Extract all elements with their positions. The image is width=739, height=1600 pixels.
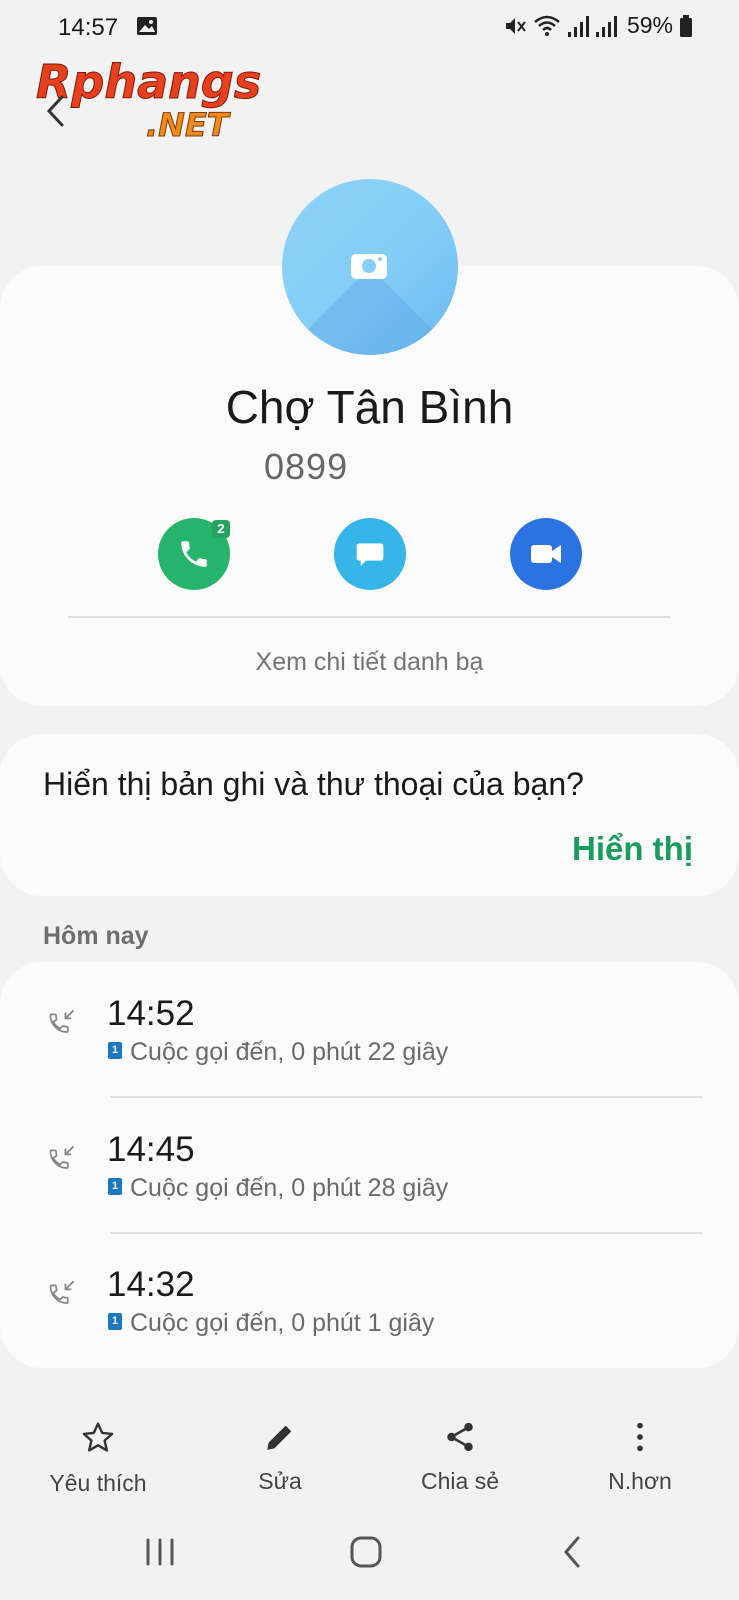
sim-count-badge: 2 xyxy=(212,520,230,538)
show-records-button[interactable]: Hiển thị xyxy=(572,830,693,868)
call-log-entry[interactable]: 14:52 1 Cuộc gọi đến, 0 phút 22 giây xyxy=(0,962,739,1097)
home-icon[interactable] xyxy=(344,1532,388,1572)
voicemail-prompt-text: Hiển thị bản ghi và thư thoại của bạn? xyxy=(43,766,584,802)
contact-name: Chợ Tân Bình xyxy=(225,381,514,433)
star-icon xyxy=(82,1422,114,1452)
status-time: 14:57 xyxy=(58,14,119,41)
call-time: 14:52 xyxy=(107,994,195,1033)
incoming-call-icon xyxy=(49,1280,75,1304)
battery-level: 59% xyxy=(626,12,673,38)
message-button[interactable] xyxy=(334,518,406,590)
sim-1-icon: 1 xyxy=(108,1178,122,1195)
share-icon xyxy=(447,1422,473,1452)
gallery-icon xyxy=(137,17,157,35)
svg-text:.NET: .NET xyxy=(146,106,231,142)
call-description: Cuộc gọi đến, 0 phút 22 giây xyxy=(130,1038,449,1066)
signal-icon xyxy=(595,15,617,37)
more-button[interactable]: N.hơn xyxy=(560,1420,720,1495)
back-nav-icon[interactable] xyxy=(552,1532,596,1572)
status-icons: 59% xyxy=(503,12,693,39)
sim-1-icon: 1 xyxy=(108,1042,122,1059)
call-time: 14:45 xyxy=(107,1130,195,1169)
recent-apps-icon[interactable] xyxy=(138,1532,182,1572)
voicemail-prompt-card xyxy=(0,734,739,896)
call-log-card: 14:52 1 Cuộc gọi đến, 0 phút 22 giây 14:… xyxy=(0,962,739,1368)
phone-icon xyxy=(181,541,207,567)
signal-icon xyxy=(567,15,589,37)
favorite-label: Yêu thích xyxy=(49,1470,147,1496)
video-camera-icon xyxy=(531,545,561,563)
incoming-call-icon xyxy=(49,1145,75,1169)
incoming-call-icon xyxy=(49,1009,75,1033)
back-arrow-icon[interactable] xyxy=(44,94,68,128)
watermark-logo: Rphangs .NET xyxy=(36,55,262,143)
call-description: Cuộc gọi đến, 0 phút 1 giây xyxy=(130,1309,435,1337)
pencil-icon xyxy=(267,1425,292,1450)
camera-icon xyxy=(351,254,387,279)
mute-icon xyxy=(505,17,526,34)
number-redaction xyxy=(350,440,500,494)
call-time: 14:32 xyxy=(107,1265,195,1304)
edit-label: Sửa xyxy=(258,1468,302,1494)
more-label: N.hơn xyxy=(608,1468,672,1494)
svg-text:Rphangs: Rphangs xyxy=(36,55,261,109)
favorite-button[interactable]: Yêu thích xyxy=(18,1420,178,1497)
message-icon xyxy=(356,543,384,566)
share-button[interactable]: Chia sẻ xyxy=(380,1420,540,1495)
contact-number: 0899 xyxy=(264,446,349,487)
edit-button[interactable]: Sửa xyxy=(200,1420,360,1495)
call-log-entry[interactable]: 14:32 1 Cuộc gọi đến, 0 phút 1 giây xyxy=(0,1233,739,1368)
sim-1-icon: 1 xyxy=(108,1313,122,1330)
share-label: Chia sẻ xyxy=(421,1468,499,1494)
wifi-icon xyxy=(534,15,560,36)
section-header-today: Hôm nay xyxy=(43,922,149,950)
call-log-entry[interactable]: 14:45 1 Cuộc gọi đến, 0 phút 28 giây xyxy=(0,1098,739,1233)
battery-icon xyxy=(680,14,692,37)
video-call-button[interactable] xyxy=(510,518,582,590)
more-vertical-icon xyxy=(637,1422,643,1452)
call-description: Cuộc gọi đến, 0 phút 28 giây xyxy=(130,1174,449,1202)
view-contact-details-link[interactable]: Xem chi tiết danh bạ xyxy=(0,648,739,677)
divider xyxy=(68,616,670,618)
